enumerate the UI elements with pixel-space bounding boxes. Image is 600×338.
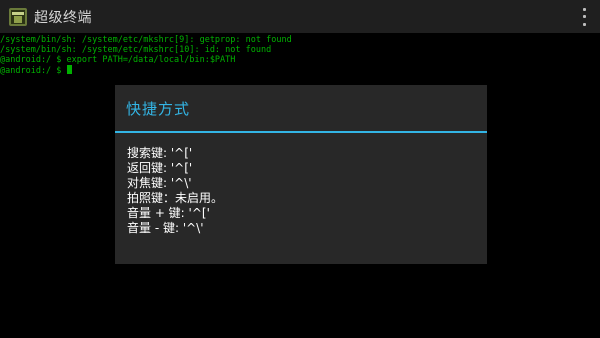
action-bar: 超级终端 — [0, 0, 600, 34]
shortcut-back-key: 返回键: '^[' — [127, 161, 193, 175]
shortcut-focus-key: 对焦键: '^\' — [127, 176, 192, 190]
dialog-body: 搜索键: '^[' 返回键: '^[' 对焦键: '^\' 拍照键：未启用。 音… — [115, 133, 487, 236]
dialog-title: 快捷方式 — [126, 99, 191, 118]
shortcut-search-key: 搜索键: '^[' — [127, 146, 193, 160]
shortcut-volume-down-key: 音量 - 键: '^\' — [127, 221, 204, 235]
overflow-menu-icon[interactable] — [578, 6, 590, 28]
shortcut-camera-key: 拍照键：未启用。 — [127, 191, 224, 205]
app-title: 超级终端 — [34, 9, 92, 26]
terminal-line: /system/bin/sh: /system/etc/mkshrc[10]: … — [0, 45, 272, 55]
terminal-prompt-line: @android:/ $ — [0, 65, 600, 76]
terminal-line: /system/bin/sh: /system/etc/mkshrc[9]: g… — [0, 35, 292, 45]
terminal-app-icon[interactable] — [8, 7, 28, 27]
shortcuts-dialog: 快捷方式 搜索键: '^[' 返回键: '^[' 对焦键: '^\' 拍照键：未… — [115, 85, 487, 264]
terminal-prompt: @android:/ $ — [0, 66, 67, 76]
terminal-cursor — [66, 65, 72, 74]
shortcut-volume-up-key: 音量 + 键: '^[' — [127, 206, 210, 220]
terminal-line: @android:/ $ export PATH=/data/local/bin… — [0, 55, 236, 65]
